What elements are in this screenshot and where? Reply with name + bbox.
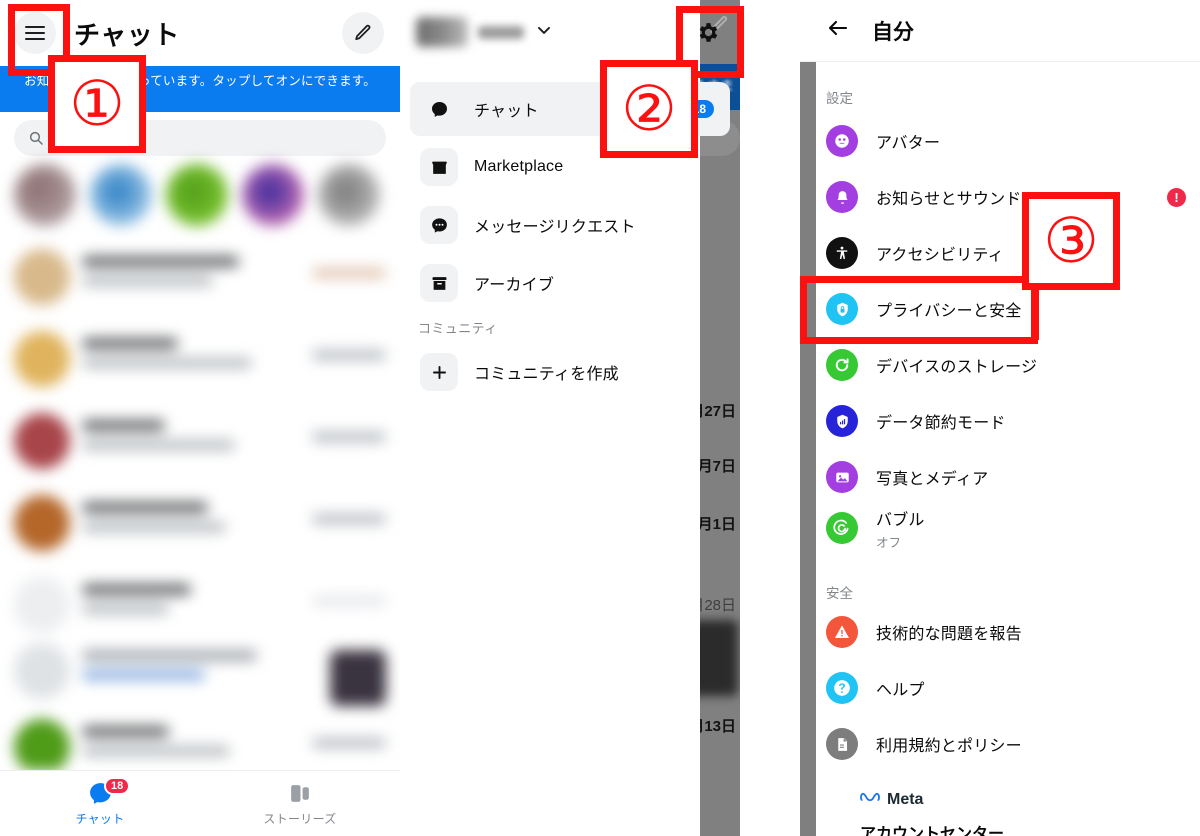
drawer-item-label: Marketplace (474, 158, 564, 175)
tab-stories-label: ストーリーズ (263, 811, 337, 826)
drawer-item-label: チャット (474, 103, 539, 120)
data-shield-icon (826, 405, 858, 437)
list-item-date: 月28日 (700, 597, 736, 614)
settings-row-label: 利用規約とポリシー (876, 738, 1022, 755)
settings-row-avatar[interactable]: アバター (816, 113, 1200, 169)
story-row (0, 162, 400, 236)
list-item (0, 238, 400, 320)
photo-icon (826, 461, 858, 493)
settings-row-label: バブル (876, 511, 925, 529)
annotation-box-3 (800, 276, 1038, 344)
list-item (0, 708, 400, 770)
settings-row-data-saver[interactable]: データ節約モード (816, 393, 1200, 449)
list-item-date: 年4月1日 (700, 516, 736, 533)
list-item (0, 320, 400, 402)
bell-icon (826, 181, 858, 213)
settings-row-label: アクセシビリティ (876, 247, 1004, 264)
annotation-number-2: ② (600, 60, 698, 158)
document-icon (826, 728, 858, 760)
bottom-tab-bar: チャット 18 ストーリーズ (0, 770, 400, 836)
annotation-number-3: ③ (1022, 192, 1120, 290)
settings-section-label: 安全 (826, 586, 853, 601)
settings-row-terms-policies[interactable]: 利用規約とポリシー (816, 716, 1200, 772)
screenshot-stage: チャット お知らせがオフになっています。タップしてオンにできます。 チャット 1… (0, 0, 1200, 836)
settings-section-label: 設定 (826, 91, 853, 106)
annotation-number-1: ① (48, 55, 146, 153)
question-icon (826, 672, 858, 704)
meta-label: Meta (887, 790, 924, 808)
tab-chats-label: チャット (75, 811, 125, 826)
meta-infinity-icon (860, 790, 880, 809)
list-item-date: 月27日 (700, 403, 736, 420)
list-item (0, 632, 400, 714)
settings-row-device-storage[interactable]: デバイスのストレージ (816, 337, 1200, 393)
drawer-item-label: コミュニティを作成 (474, 366, 619, 383)
settings-row-label: 写真とメディア (876, 471, 989, 488)
account-name (478, 25, 524, 39)
settings-scrim[interactable] (800, 0, 816, 836)
drawer-item-label: アーカイブ (474, 277, 555, 294)
bubble-icon (826, 512, 858, 544)
settings-row-label: ヘルプ (876, 682, 925, 699)
refresh-storage-icon (826, 349, 858, 381)
message-dots-icon (420, 206, 458, 244)
accessibility-icon (826, 237, 858, 269)
account-center-link[interactable]: アカウントセンター (860, 820, 1004, 836)
page-title: チャット (74, 19, 180, 50)
avatar-icon (826, 125, 858, 157)
blurred-chat-content (0, 162, 400, 770)
tab-chats[interactable]: チャット 18 (0, 771, 200, 836)
stories-icon (290, 784, 309, 802)
drawer-item-message-requests[interactable]: メッセージリクエスト (410, 198, 730, 252)
settings-panel: 自分 設定 アバター お知らせとサウンド ! アクセシビリティ プライバシーと安… (800, 0, 1200, 836)
settings-row-notifications[interactable]: お知らせとサウンド ! (816, 169, 1200, 225)
archive-box-icon (420, 264, 458, 302)
storefront-icon (420, 148, 458, 186)
settings-row-report-problem[interactable]: 技術的な問題を報告 (816, 604, 1200, 660)
drawer-item-label: メッセージリクエスト (474, 219, 636, 236)
settings-row-help[interactable]: ヘルプ (816, 660, 1200, 716)
settings-row-accessibility[interactable]: アクセシビリティ (816, 225, 1200, 281)
settings-row-sublabel: オフ (876, 535, 902, 550)
settings-row-label: アバター (876, 135, 941, 152)
settings-row-label: データ節約モード (876, 415, 1006, 432)
avatar (416, 17, 468, 47)
drawer-item-create-community[interactable]: コミュニティを作成 (410, 345, 730, 399)
annotation-connector-3 (1031, 283, 1039, 340)
drawer-section-community: コミュニティ (418, 321, 498, 336)
chat-bubble-icon (420, 90, 458, 128)
settings-header: 自分 (800, 0, 1200, 62)
settings-row-bubbles[interactable]: バブル オフ (816, 500, 1200, 556)
status-badge: ! (1167, 187, 1186, 207)
pencil-icon[interactable] (342, 12, 384, 54)
tab-chats-badge: 18 (104, 777, 131, 795)
settings-row-label: デバイスのストレージ (876, 359, 1038, 376)
list-item (0, 402, 400, 484)
page-title: 自分 (872, 20, 914, 44)
meta-branding: Meta (860, 790, 923, 809)
list-item (0, 484, 400, 566)
plus-icon (420, 353, 458, 391)
settings-row-label: お知らせとサウンド (876, 191, 1022, 208)
settings-row-photos-media[interactable]: 写真とメディア (816, 449, 1200, 505)
tab-stories[interactable]: ストーリーズ (200, 771, 400, 836)
back-arrow-icon[interactable] (826, 16, 850, 45)
chevron-down-icon[interactable] (534, 20, 554, 45)
search-icon (29, 131, 43, 145)
list-item-date: 月13日 (700, 718, 736, 735)
drawer-item-archive[interactable]: アーカイブ (410, 256, 730, 310)
list-item-date: 年4月7日 (700, 458, 736, 475)
settings-row-label: 技術的な問題を報告 (876, 626, 1022, 643)
warning-icon (826, 616, 858, 648)
